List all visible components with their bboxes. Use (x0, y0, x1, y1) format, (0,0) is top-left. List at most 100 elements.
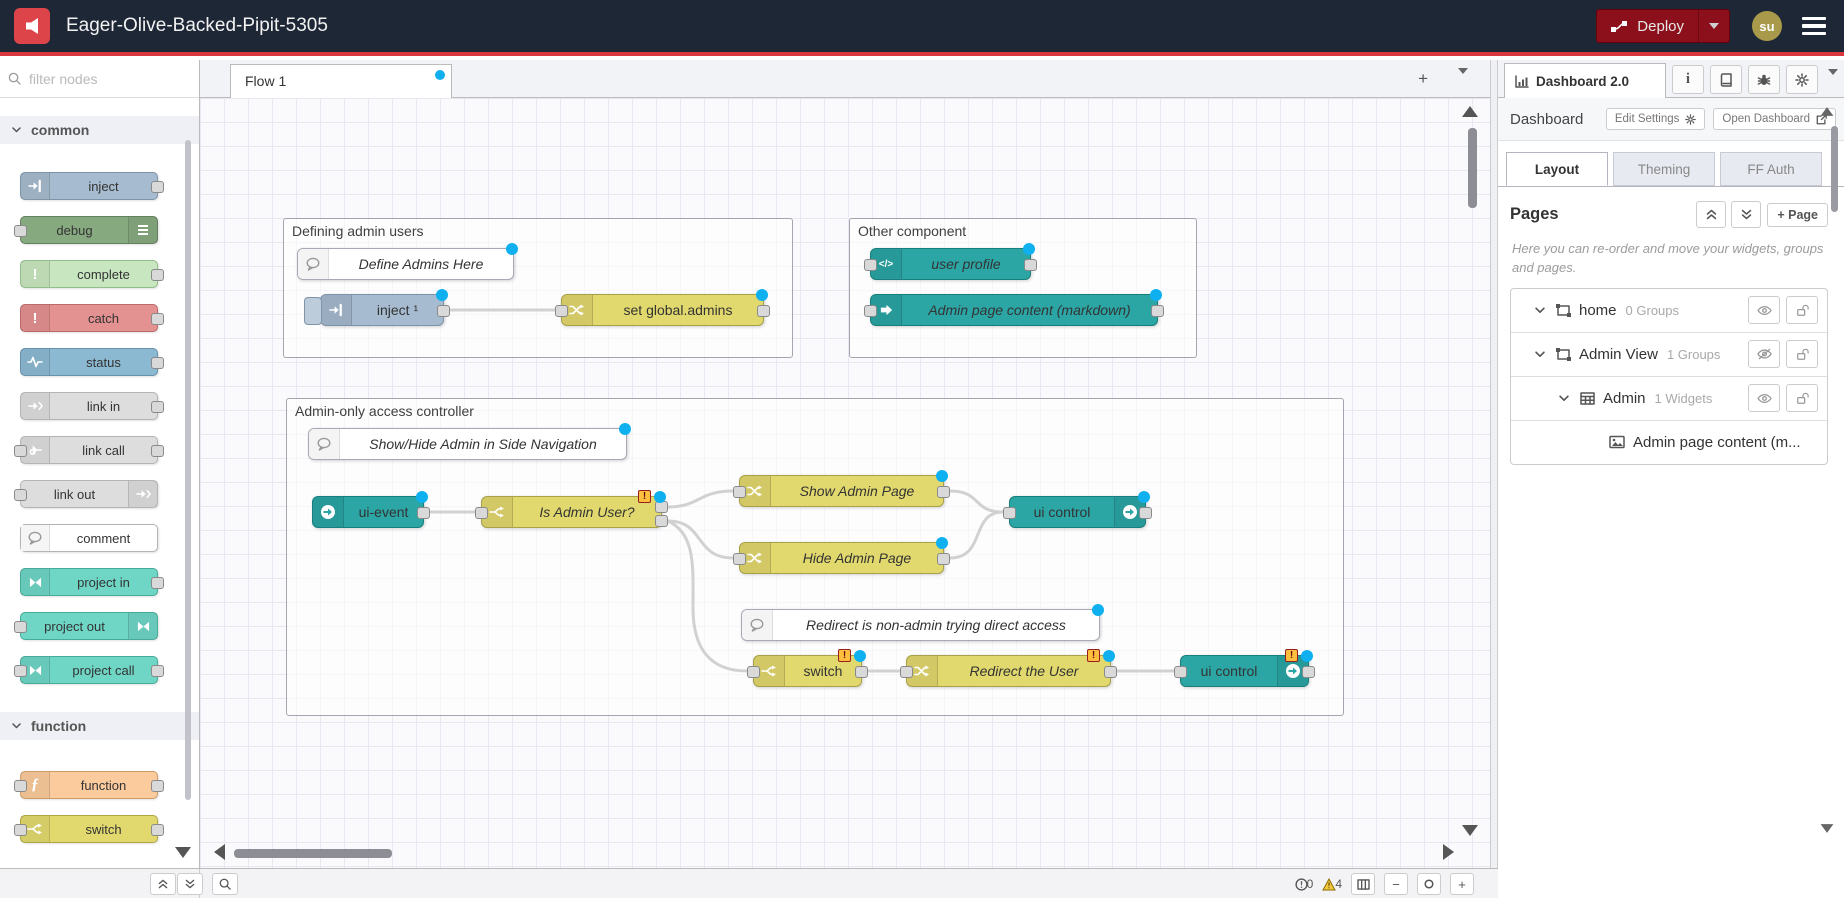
deploy-label: Deploy (1637, 18, 1684, 35)
collapse-all-button[interactable] (1696, 201, 1726, 228)
lock-button[interactable] (1786, 384, 1818, 412)
deploy-button[interactable]: Deploy (1596, 9, 1730, 43)
palette-node-complete[interactable]: ! complete (20, 260, 158, 288)
node-show-admin-page[interactable]: Show Admin Page (739, 475, 944, 507)
palette-search[interactable] (0, 60, 199, 98)
sidebar-scroll-up-icon[interactable] (1821, 107, 1834, 116)
sidebar-splitter[interactable] (1490, 60, 1498, 898)
sidebar-menu-button[interactable] (1828, 75, 1838, 93)
palette-node-catch[interactable]: ! catch (20, 304, 158, 332)
expand-all-button[interactable] (1731, 201, 1761, 228)
user-avatar[interactable]: su (1752, 11, 1782, 41)
lock-button[interactable] (1786, 340, 1818, 368)
canvas-horizontal-scrollbar[interactable] (234, 849, 392, 858)
tab-layout[interactable]: Layout (1506, 152, 1608, 186)
tree-row-home[interactable]: home 0 Groups (1511, 289, 1827, 332)
canvas-search-button[interactable] (212, 873, 238, 895)
modified-dot (1023, 243, 1035, 255)
tab-theming[interactable]: Theming (1613, 152, 1715, 186)
canvas-scroll-down-ic on[interactable] (1462, 825, 1478, 836)
palette-node-link-in[interactable]: link in (20, 392, 158, 420)
group-other-component[interactable]: Other component (849, 218, 1197, 358)
navigator-toggle-button[interactable] (1351, 873, 1375, 895)
flow-modified-dot (435, 70, 445, 80)
palette-node-debug[interactable]: debug (20, 216, 158, 244)
canvas-scroll-right-icon[interactable] (1443, 844, 1454, 860)
palette-node-function[interactable]: ƒ function (20, 771, 158, 799)
debug-tab-button[interactable] (1748, 65, 1780, 94)
edit-settings-button[interactable]: Edit Settings (1606, 108, 1706, 130)
node-inject[interactable]: inject ¹ (320, 294, 444, 326)
node-comment-define-admins[interactable]: Define Admins Here (297, 248, 514, 280)
tree-row-admin-view[interactable]: Admin View 1 Groups (1511, 332, 1827, 376)
deploy-options-button[interactable] (1698, 10, 1729, 42)
node-is-admin-user[interactable]: Is Admin User? ! (481, 496, 662, 528)
catch-icon: ! (21, 305, 50, 331)
zoom-out-button[interactable]: − (1384, 873, 1408, 895)
help-tab-button[interactable] (1710, 65, 1742, 94)
modified-dot (1138, 491, 1150, 503)
chevron-down-icon[interactable] (1559, 395, 1575, 402)
node-ui-control-top[interactable]: ui control (1009, 496, 1146, 528)
main-menu-button[interactable] (1802, 17, 1826, 36)
sidebar-scroll-down-icon[interactable] (1821, 824, 1834, 833)
zoom-reset-button[interactable] (1417, 873, 1441, 895)
open-dashboard-button[interactable]: Open Dashboard (1713, 108, 1836, 130)
tree-row-admin-page-content-widget[interactable]: Admin page content (m... (1511, 420, 1827, 464)
zoom-in-button[interactable]: + (1450, 873, 1474, 895)
node-switch[interactable]: switch ! (753, 655, 862, 687)
project-out-icon (128, 613, 157, 639)
flow-list-button[interactable] (1458, 75, 1468, 92)
info-tab-button[interactable]: i (1672, 65, 1704, 94)
palette-category-common[interactable]: common (0, 116, 199, 144)
palette-node-inject[interactable]: inject (20, 172, 158, 200)
palette-node-link-out[interactable]: link out (20, 480, 158, 508)
tab-ff-auth[interactable]: FF Auth (1720, 152, 1822, 186)
lock-button[interactable] (1786, 296, 1818, 324)
tree-row-admin-group[interactable]: Admin 1 Widgets (1511, 376, 1827, 420)
error-count-toggle[interactable]: 0 (1295, 877, 1314, 891)
node-ui-event[interactable]: ui-event (312, 496, 424, 528)
inject-button[interactable] (304, 297, 322, 325)
add-page-button[interactable]: + Page (1767, 203, 1828, 227)
visibility-button[interactable] (1748, 296, 1780, 324)
warning-count-toggle[interactable]: 4 (1322, 877, 1342, 891)
node-admin-page-content[interactable]: Admin page content (markdown) (870, 294, 1158, 326)
palette-node-comment[interactable]: comment (20, 524, 158, 552)
chevron-down-icon[interactable] (1535, 351, 1551, 358)
palette-node-project-in[interactable]: project in (20, 568, 158, 596)
page-icon (1551, 303, 1575, 318)
warning-icon: ! (1285, 649, 1298, 662)
node-comment-redirect[interactable]: Redirect is non-admin trying direct acce… (741, 609, 1100, 641)
palette-category-function[interactable]: function (0, 712, 199, 740)
visibility-button[interactable] (1748, 384, 1780, 412)
palette-node-switch[interactable]: switch (20, 815, 158, 843)
group-defining-admin-users[interactable]: Defining admin users (283, 218, 793, 358)
tab-dashboard-2[interactable]: Dashboard 2.0 (1504, 63, 1666, 98)
node-ui-control-bottom[interactable]: ui control ! (1180, 655, 1309, 687)
canvas-scroll-left-icon[interactable] (214, 844, 225, 860)
chevron-down-icon[interactable] (1535, 307, 1551, 314)
palette-node-link-call[interactable]: link call (20, 436, 158, 464)
palette-scroll-down-icon[interactable] (175, 847, 191, 858)
palette-filter-input[interactable] (27, 70, 171, 88)
node-hide-admin-page[interactable]: Hide Admin Page (739, 542, 944, 574)
node-redirect-the-user[interactable]: Redirect the User ! (906, 655, 1111, 687)
sidebar-scrollbar[interactable] (1831, 126, 1838, 212)
config-tab-button[interactable] (1786, 65, 1818, 94)
canvas-vertical-scrollbar[interactable] (1468, 128, 1477, 208)
palette-node-status[interactable]: status (20, 348, 158, 376)
palette-node-project-call[interactable]: project call (20, 656, 158, 684)
visibility-button[interactable] (1748, 340, 1780, 368)
node-set-global-admins[interactable]: set global.admins (561, 294, 764, 326)
palette-collapse-all-button[interactable] (150, 873, 176, 895)
add-flow-button[interactable]: + (1418, 70, 1428, 87)
palette-node-project-out[interactable]: project out (20, 612, 158, 640)
node-comment-showhide-admin[interactable]: Show/Hide Admin in Side Navigation (308, 428, 627, 460)
canvas-scroll-up-icon[interactable] (1462, 106, 1478, 117)
node-user-profile[interactable]: </> user profile (870, 248, 1031, 280)
tab-flow-1[interactable]: Flow 1 (230, 64, 452, 99)
palette-expand-all-button[interactable] (177, 873, 203, 895)
flow-grid[interactable]: Defining admin users Other component Adm… (200, 98, 1490, 868)
palette-scrollbar[interactable] (185, 140, 191, 800)
